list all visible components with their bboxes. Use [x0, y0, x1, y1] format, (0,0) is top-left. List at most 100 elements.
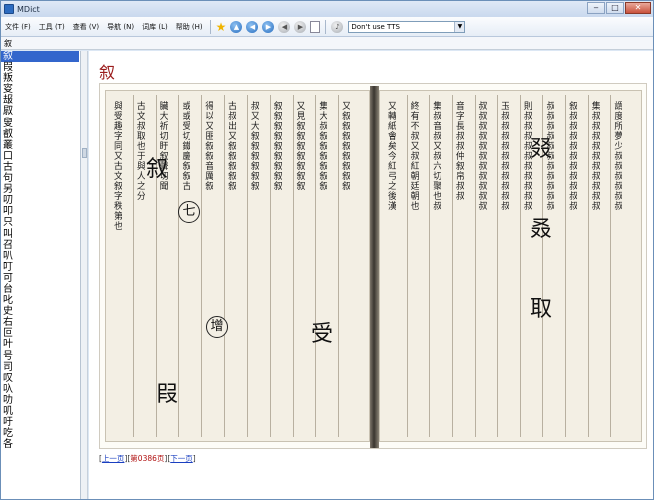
word-list-item[interactable]: 号	[1, 351, 79, 362]
scan-text-column: 音字長叔叔仲叙帛叔叔	[453, 101, 464, 201]
app-icon	[4, 4, 14, 14]
back-icon[interactable]: ◀	[246, 20, 259, 33]
word-list-item[interactable]: 吃	[1, 428, 79, 439]
tts-select-value: Don't use TTS	[351, 22, 400, 31]
word-list-item[interactable]: 叩	[1, 206, 79, 217]
splitter-bar[interactable]	[81, 51, 88, 499]
word-list-item[interactable]: 叽	[1, 406, 79, 417]
menu-file[interactable]: 文件 (F)	[1, 22, 35, 32]
word-list-item[interactable]: 叞	[1, 106, 79, 117]
forward-icon[interactable]: ▶	[262, 20, 275, 33]
entry-headword: 叙	[99, 63, 116, 82]
scan-right-page: 又轉紙會矣今紅弓之後漢 終有不叔又叔紅朝廷朝也 集叔音叔又叔六切聚也叔 音字長叔叔仲叙…	[379, 90, 642, 442]
splitter-grip[interactable]	[82, 148, 87, 158]
copy-icon[interactable]	[310, 20, 321, 33]
speaker-icon[interactable]: ♪	[331, 20, 344, 33]
word-list-item[interactable]: 史	[1, 306, 79, 317]
toolbar: 文件 (F) 工具 (T) 查看 (V) 导航 (N) 词库 (L) 帮助 (H…	[1, 17, 653, 37]
word-list-item[interactable]: 叡	[1, 129, 79, 140]
search-bar	[1, 37, 653, 50]
word-list-item[interactable]: 只	[1, 217, 79, 228]
back-history-icon[interactable]: ◀	[278, 20, 291, 33]
scan-text-column: 集叔音叔又叔六切聚也叔	[431, 101, 442, 211]
scan-headword-glyph: 取	[530, 297, 553, 322]
current-page-label: 第0386页	[130, 454, 165, 463]
word-list-item[interactable]: 另	[1, 184, 79, 195]
scan-text-column: 或或受切鐵慶叙叙古	[180, 101, 191, 191]
word-list-item[interactable]: 右	[1, 317, 79, 328]
scan-text-column: 古文叔取也于與人之分	[134, 101, 145, 201]
menu-bar: 文件 (F) 工具 (T) 查看 (V) 导航 (N) 词库 (L) 帮助 (H…	[1, 22, 207, 32]
scan-text-column: 又叙叙叙叙叙叙叙叙	[340, 101, 351, 191]
column-rule	[315, 95, 317, 437]
word-list-item[interactable]: 吁	[1, 417, 79, 428]
word-list-item[interactable]: 叚	[1, 62, 79, 73]
word-list-item[interactable]: 各	[1, 439, 79, 450]
menu-tools[interactable]: 工具 (T)	[35, 22, 69, 32]
scan-headword-glyph: 叙	[146, 157, 169, 182]
scan-text-column: 得以又匪叙叙音厲叙	[203, 101, 214, 191]
chevron-down-icon[interactable]: ▼	[454, 21, 465, 32]
dictionary-page-scan: 與受趣字同又古文叙字秩第也 古文叔取也于與人之分 臟大祈切盱叙聲切聞 或或受切鐵慶叙叙…	[99, 83, 647, 449]
column-rule	[292, 95, 294, 437]
column-rule	[246, 95, 248, 437]
window-title: MDict	[17, 4, 40, 14]
word-list-item[interactable]: 叜	[1, 84, 79, 95]
prev-page-link[interactable]: 上一页	[102, 454, 125, 463]
search-input[interactable]	[3, 37, 643, 50]
word-list-item[interactable]: 句	[1, 173, 79, 184]
close-button[interactable]: ✕	[625, 2, 651, 14]
scan-circled-mark: 增	[206, 316, 228, 338]
word-list-item[interactable]: 叶	[1, 339, 79, 350]
column-rule	[497, 95, 499, 437]
word-list-item[interactable]: 司	[1, 362, 79, 373]
word-list-item[interactable]: 叵	[1, 328, 79, 339]
maximize-button[interactable]: □	[606, 2, 624, 14]
word-list-item[interactable]: 叟	[1, 118, 79, 129]
menu-navigate[interactable]: 导航 (N)	[103, 22, 138, 32]
home-icon[interactable]: ▲	[230, 20, 243, 33]
scan-text-column: 古叔出又叙叙叙叙叙	[226, 101, 237, 191]
scan-text-column: 叙叙叙叙叙叙叙叙叙	[271, 101, 282, 191]
word-list-item[interactable]: 叻	[1, 395, 79, 406]
toolbar-separator	[209, 19, 211, 34]
word-list-item[interactable]: 叭	[1, 251, 79, 262]
scan-text-column: 又轉紙會矣今紅弓之後漢	[386, 101, 396, 211]
word-list-item[interactable]: 叫	[1, 229, 79, 240]
word-list-item[interactable]: 叝	[1, 95, 79, 106]
word-list-item[interactable]: 台	[1, 284, 79, 295]
app-window: MDict ‒ □ ✕ 文件 (F) 工具 (T) 查看 (V) 导航 (N) …	[0, 0, 654, 500]
word-list-item[interactable]: 叢	[1, 140, 79, 151]
scan-circled-mark: 七	[178, 201, 200, 223]
menu-help[interactable]: 帮助 (H)	[172, 22, 207, 32]
tts-select[interactable]: Don't use TTS ▼	[348, 20, 466, 33]
star-icon[interactable]: ★	[216, 20, 227, 34]
scan-text-column: 又見叙叙叙叙叙叙叙	[294, 101, 305, 191]
word-list-item[interactable]: 可	[1, 273, 79, 284]
word-list-item[interactable]: 叺	[1, 384, 79, 395]
word-list-panel: 叙叚叛叜叝叞叟叡叢口古句另叨叩只叫召叭叮可台叱史右叵叶号司叹叺叻叽吁吃各	[1, 51, 81, 499]
word-list-item[interactable]: 叱	[1, 295, 79, 306]
scan-text-column: 謂度所夢少叔叔叔叔叔叔	[612, 101, 623, 211]
column-rule	[201, 95, 203, 437]
next-page-link[interactable]: 下一页	[170, 454, 193, 463]
word-list-item[interactable]: 叙	[1, 51, 79, 63]
word-list-item[interactable]: 叹	[1, 373, 79, 384]
scan-left-page: 與受趣字同又古文叙字秩第也 古文叔取也于與人之分 臟大祈切盱叙聲切聞 或或受切鐵慶叙叙…	[105, 90, 370, 442]
minimize-button[interactable]: ‒	[587, 2, 605, 14]
column-rule	[224, 95, 226, 437]
menu-view[interactable]: 查看 (V)	[69, 22, 103, 32]
word-list-item[interactable]: 召	[1, 240, 79, 251]
toolbar-separator	[325, 19, 327, 34]
column-rule	[565, 95, 567, 437]
word-list-item[interactable]: 叮	[1, 262, 79, 273]
word-list-item[interactable]: 口	[1, 151, 79, 162]
menu-library[interactable]: 词库 (L)	[138, 22, 172, 32]
word-list-item[interactable]: 古	[1, 162, 79, 173]
scan-text-column: 叔又大叙叙叙叙叙叙	[248, 101, 259, 191]
forward-history-icon[interactable]: ▶	[294, 20, 307, 33]
word-list[interactable]: 叙叚叛叜叝叞叟叡叢口古句另叨叩只叫召叭叮可台叱史右叵叶号司叹叺叻叽吁吃各	[1, 51, 79, 499]
word-list-item[interactable]: 叛	[1, 73, 79, 84]
window-controls: ‒ □ ✕	[587, 2, 651, 14]
word-list-item[interactable]: 叨	[1, 195, 79, 206]
